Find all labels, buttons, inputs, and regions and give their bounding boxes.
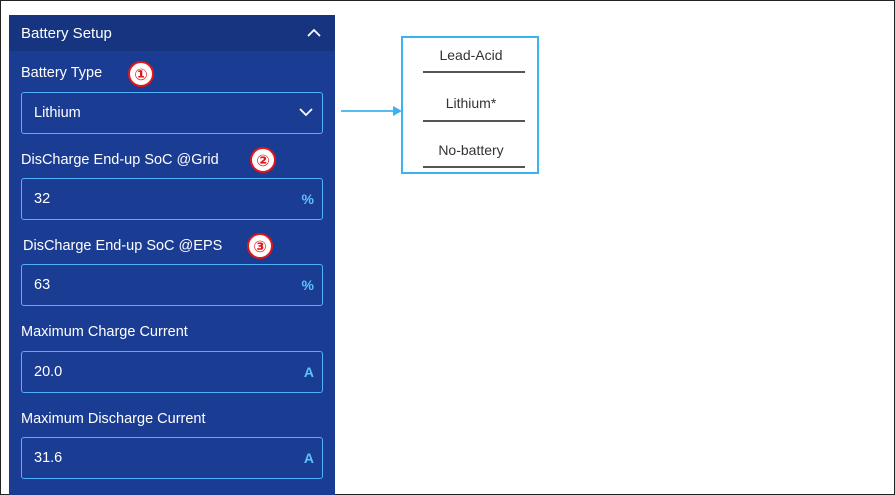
max-discharge-current-value: 31.6 bbox=[34, 450, 63, 466]
chevron-down-icon bbox=[298, 104, 314, 122]
callout-3: ③ bbox=[247, 233, 273, 259]
max-charge-current-input[interactable]: 20.0 A bbox=[21, 351, 323, 393]
soc-grid-value: 32 bbox=[34, 191, 51, 207]
max-charge-current-label: Maximum Charge Current bbox=[21, 324, 188, 340]
panel-title: Battery Setup bbox=[21, 24, 112, 42]
soc-eps-unit: % bbox=[301, 277, 314, 293]
soc-eps-value: 63 bbox=[34, 277, 51, 293]
battery-setup-panel: Battery Setup Battery Type Lithium DisCh… bbox=[9, 15, 335, 495]
option-lead-acid[interactable]: Lead-Acid bbox=[423, 47, 519, 63]
max-discharge-current-input[interactable]: 31.6 A bbox=[21, 437, 323, 479]
option-lithium[interactable]: Lithium* bbox=[423, 95, 519, 111]
soc-eps-input[interactable]: 63 % bbox=[21, 264, 323, 306]
arrow-right-icon bbox=[341, 106, 402, 116]
max-discharge-current-unit: A bbox=[303, 450, 314, 466]
callout-2: ② bbox=[250, 147, 276, 173]
callout-1: ① bbox=[128, 61, 154, 87]
max-charge-current-unit: A bbox=[303, 364, 314, 380]
panel-header[interactable]: Battery Setup bbox=[9, 15, 335, 51]
soc-grid-label: DisCharge End-up SoC @Grid bbox=[21, 152, 219, 168]
option-no-battery[interactable]: No-battery bbox=[423, 142, 519, 158]
screenshot-frame: Battery Setup Battery Type Lithium DisCh… bbox=[0, 0, 895, 495]
battery-type-options: Lead-Acid Lithium* No-battery bbox=[401, 36, 539, 174]
battery-type-value: Lithium bbox=[34, 105, 81, 121]
divider bbox=[423, 166, 525, 168]
battery-type-select[interactable]: Lithium bbox=[21, 92, 323, 134]
divider bbox=[423, 71, 525, 73]
max-discharge-current-label: Maximum Discharge Current bbox=[21, 411, 206, 427]
battery-type-label: Battery Type bbox=[21, 65, 103, 81]
soc-grid-input[interactable]: 32 % bbox=[21, 178, 323, 220]
divider bbox=[423, 120, 525, 122]
soc-eps-label: DisCharge End-up SoC @EPS bbox=[23, 238, 223, 254]
soc-grid-unit: % bbox=[301, 191, 314, 207]
max-charge-current-value: 20.0 bbox=[34, 364, 63, 380]
chevron-up-icon[interactable] bbox=[305, 24, 323, 42]
